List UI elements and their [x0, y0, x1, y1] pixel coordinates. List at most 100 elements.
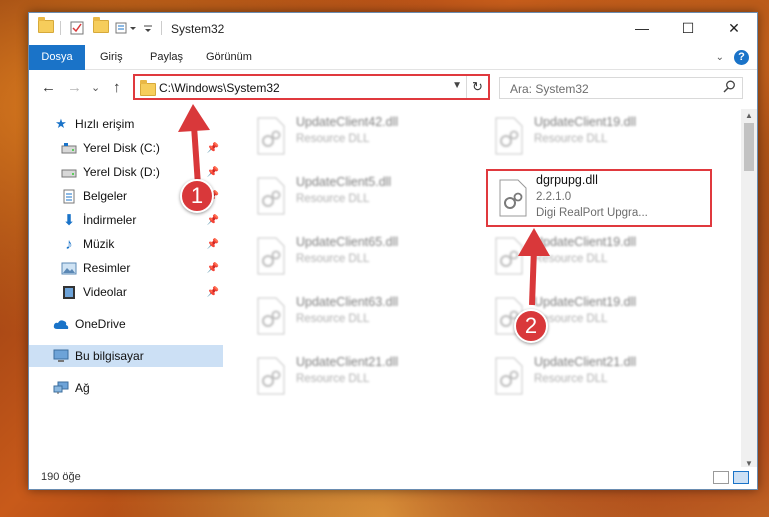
sidebar-item-local-disk-c[interactable]: Yerel Disk (C:) 📌 [29, 137, 223, 159]
file-tile[interactable]: UpdateClient21.dll Resource DLL [246, 351, 476, 403]
step-badge-1: 1 [180, 179, 214, 213]
sidebar-item-this-pc[interactable]: Bu bilgisayar [29, 345, 223, 367]
minimize-button[interactable]: — [619, 13, 665, 43]
ribbon-tabs: Dosya Giriş Paylaş Görünüm ⌄ ? [29, 45, 757, 70]
pin-icon[interactable]: 📌 [207, 287, 219, 298]
file-description: Resource DLL [534, 373, 608, 385]
drive-icon [61, 140, 77, 156]
file-description: Resource DLL [534, 133, 608, 145]
drive-icon [61, 164, 77, 180]
folder-icon [38, 17, 54, 36]
explorer-window: System32 — ☐ ✕ Dosya Giriş Paylaş Görünü… [28, 12, 758, 490]
dll-file-icon [495, 357, 523, 395]
file-tile[interactable]: UpdateClient5.dll Resource DLL [246, 171, 476, 223]
search-input[interactable]: Ara: System32 [499, 77, 743, 99]
file-name: UpdateClient42.dll [296, 115, 399, 129]
properties-icon[interactable] [69, 20, 85, 36]
large-icons-view-icon[interactable] [733, 471, 749, 484]
computer-icon [53, 348, 69, 364]
search-icon[interactable] [723, 80, 736, 96]
sidebar-item-onedrive[interactable]: OneDrive [29, 313, 223, 335]
file-name: UpdateClient5.dll [296, 175, 392, 189]
vertical-scrollbar[interactable]: ▲ ▼ [741, 109, 757, 471]
file-tile[interactable]: UpdateClient19.dll Resource DLL [484, 231, 714, 283]
scroll-up-icon[interactable]: ▲ [741, 109, 757, 123]
tab-share[interactable]: Paylaş [139, 45, 194, 70]
file-name: UpdateClient21.dll [534, 355, 637, 369]
pin-icon[interactable]: 📌 [207, 239, 219, 250]
forward-button[interactable]: → [67, 79, 82, 96]
title-bar: System32 — ☐ ✕ [29, 13, 757, 45]
pictures-icon [61, 260, 77, 276]
sidebar-item-videos[interactable]: Videolar 📌 [29, 281, 223, 303]
tab-home[interactable]: Giriş [89, 45, 134, 70]
sidebar-item-label: Bu bilgisayar [75, 349, 144, 363]
sidebar-item-label: Yerel Disk (D:) [83, 165, 160, 179]
file-tile[interactable]: UpdateClient65.dll Resource DLL [246, 231, 476, 283]
file-version: 2.2.1.0 [536, 191, 572, 203]
dll-file-icon [495, 117, 523, 155]
window-title: System32 [171, 22, 225, 36]
pin-icon[interactable]: 📌 [207, 167, 219, 178]
file-tile-dgrpupg[interactable]: dgrpupg.dll 2.2.1.0 Digi RealPort Upgra.… [486, 169, 712, 227]
sidebar-item-quick-access[interactable]: ★ Hızlı erişim [29, 113, 223, 135]
sidebar-item-pictures[interactable]: Resimler 📌 [29, 257, 223, 279]
dll-file-icon [499, 179, 527, 217]
dll-file-icon [257, 117, 285, 155]
expand-ribbon-icon[interactable]: ⌄ [716, 52, 724, 63]
document-icon [61, 188, 77, 204]
close-button[interactable]: ✕ [711, 13, 757, 43]
file-description: Resource DLL [296, 373, 370, 385]
file-name: UpdateClient19.dll [534, 115, 637, 129]
step-badge-2: 2 [514, 309, 548, 343]
file-tile[interactable]: UpdateClient21.dll Resource DLL [484, 351, 714, 403]
details-view-icon[interactable] [713, 471, 729, 484]
sidebar-item-label: Hızlı erişim [75, 117, 135, 131]
file-list: UpdateClient42.dll Resource DLL UpdateCl… [226, 109, 741, 459]
navigation-pane: ★ Hızlı erişim Yerel Disk (C:) 📌 Yerel D… [29, 109, 225, 459]
download-icon: ⬇ [62, 212, 76, 229]
folder-icon [140, 80, 156, 96]
dll-file-icon [257, 237, 285, 275]
dll-file-icon [257, 357, 285, 395]
quick-access-dropdown-icon[interactable] [143, 20, 159, 36]
status-bar: 190 öğe [29, 467, 757, 489]
scroll-thumb[interactable] [744, 123, 754, 171]
file-tile[interactable]: UpdateClient42.dll Resource DLL [246, 111, 476, 163]
sidebar-item-label: Yerel Disk (C:) [83, 141, 160, 155]
file-description: Resource DLL [534, 253, 608, 265]
sidebar-item-label: Müzik [83, 237, 115, 251]
item-count: 190 öğe [41, 471, 81, 483]
file-tile[interactable]: UpdateClient19.dll Resource DLL [484, 111, 714, 163]
address-path[interactable]: C:\Windows\System32 [159, 81, 280, 95]
file-name: UpdateClient21.dll [296, 355, 399, 369]
tab-view[interactable]: Görünüm [195, 45, 263, 70]
cloud-icon [53, 316, 69, 332]
network-icon [53, 380, 69, 396]
sidebar-item-label: Ağ [75, 381, 90, 395]
file-name: UpdateClient65.dll [296, 235, 399, 249]
tab-file[interactable]: Dosya [29, 45, 85, 70]
sidebar-item-music[interactable]: ♪ Müzik 📌 [29, 233, 223, 255]
pin-icon[interactable]: 📌 [207, 143, 219, 154]
file-description: Resource DLL [296, 313, 370, 325]
pin-icon[interactable]: 📌 [207, 263, 219, 274]
refresh-button[interactable]: ↻ [466, 76, 488, 98]
maximize-button[interactable]: ☐ [665, 13, 711, 43]
file-description: Resource DLL [296, 253, 370, 265]
customize-toolbar-icon[interactable] [115, 20, 136, 36]
up-button[interactable]: ↑ [113, 79, 121, 96]
address-dropdown-icon[interactable]: ▼ [452, 80, 462, 91]
new-folder-icon[interactable] [93, 17, 109, 36]
file-tile[interactable]: UpdateClient63.dll Resource DLL [246, 291, 476, 343]
file-name: UpdateClient19.dll [534, 295, 637, 309]
sidebar-item-network[interactable]: Ağ [29, 377, 223, 399]
file-name: UpdateClient63.dll [296, 295, 399, 309]
back-button[interactable]: ← [41, 79, 56, 96]
address-bar[interactable]: C:\Windows\System32 ▼ ↻ [133, 74, 490, 100]
help-icon[interactable]: ? [734, 50, 749, 65]
sidebar-item-label: İndirmeler [83, 213, 137, 227]
pin-icon[interactable]: 📌 [207, 215, 219, 226]
video-icon [61, 284, 77, 300]
recent-locations-icon[interactable]: ⌄ [91, 81, 100, 94]
